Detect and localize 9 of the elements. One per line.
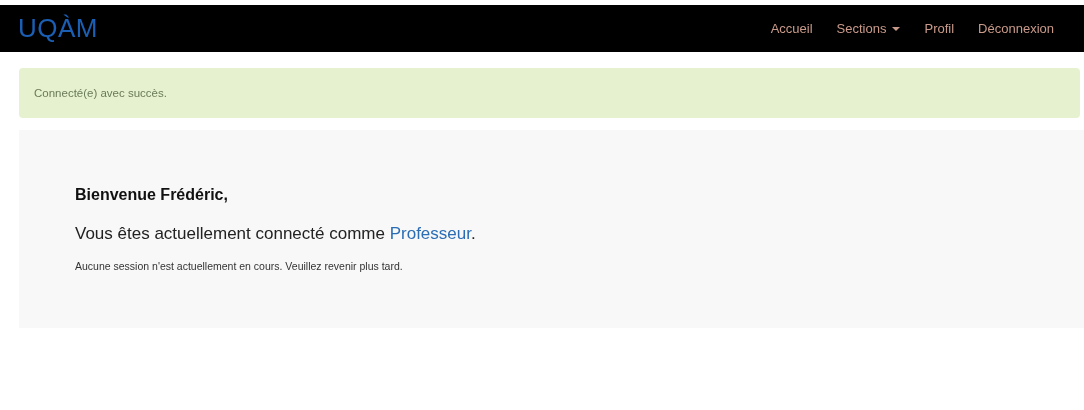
nav-link[interactable]: Accueil	[758, 21, 825, 36]
nav-link[interactable]: Profil	[912, 21, 967, 36]
caret-icon	[892, 26, 901, 31]
role-text: Vous êtes actuellement connecté comme Professeur.	[75, 224, 477, 244]
success-alert: Connecté(e) avec succès.	[19, 68, 1080, 118]
notice-text: Aucune session n'est actuellement en cours. Veuillez revenir plus tard.	[75, 260, 404, 272]
nav-link[interactable]: Déconnexion	[966, 21, 1066, 36]
nav-link[interactable]: Sections	[824, 21, 913, 36]
welcome-heading: Bienvenue Frédéric,	[75, 186, 229, 204]
